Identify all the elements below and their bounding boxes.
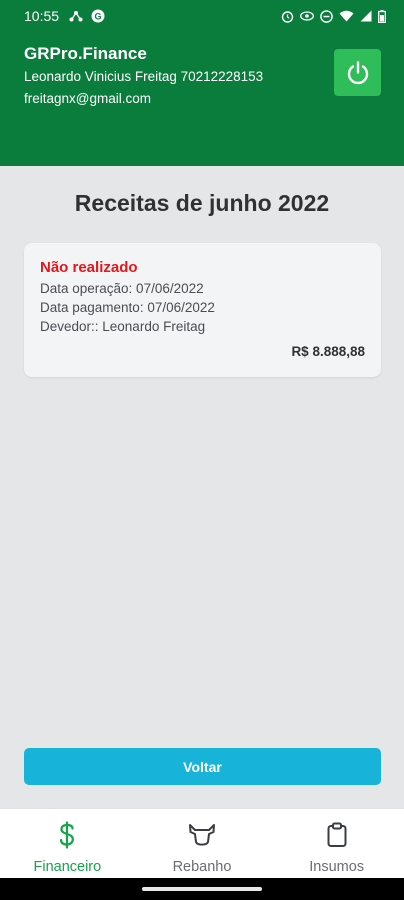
svg-text:G: G	[95, 12, 102, 22]
status-time: 10:55	[24, 8, 60, 24]
receipt-debtor: Devedor:: Leonardo Freitag	[40, 319, 206, 334]
power-icon	[347, 60, 368, 84]
do-not-disturb-icon	[320, 9, 333, 23]
nav-item-insumos[interactable]: Insumos	[269, 809, 404, 878]
logout-button[interactable]	[334, 49, 381, 96]
app-header: GRPro.Finance Leonardo Vinicius Freitag …	[0, 32, 404, 166]
app-title: GRPro.Finance	[24, 44, 147, 63]
signal-icon	[360, 10, 372, 22]
clipboard-icon	[326, 821, 348, 849]
system-gesture-bar	[0, 878, 404, 900]
user-info: Leonardo Vinicius Freitag 70212228153	[24, 69, 264, 84]
bottom-navigation: Financeiro Rebanho Insumos	[0, 808, 404, 878]
nav-label-financeiro: Financeiro	[33, 859, 102, 875]
nav-label-insumos: Insumos	[309, 859, 365, 875]
page-title: Receitas de junho 2022	[74, 190, 330, 216]
alarm-icon	[281, 10, 294, 23]
nav-label-rebanho: Rebanho	[172, 859, 232, 875]
app-notification-icon: G	[91, 9, 105, 23]
wifi-icon	[339, 10, 354, 22]
receipt-amount: R$ 8.888,88	[291, 344, 365, 359]
nav-item-rebanho[interactable]: Rebanho	[135, 809, 270, 878]
eye-icon	[300, 11, 314, 21]
status-bar: 10:55 G	[0, 0, 404, 32]
cow-icon	[188, 821, 216, 849]
receipt-card[interactable]: Não realizado Data operação: 07/06/2022 …	[24, 243, 381, 377]
home-gesture-handle[interactable]	[142, 887, 262, 891]
network-share-icon	[69, 11, 83, 22]
receipt-payment-date: Data pagamento: 07/06/2022	[40, 300, 215, 315]
back-button[interactable]: Voltar	[24, 748, 381, 785]
receipt-operation-date: Data operação: 07/06/2022	[40, 281, 204, 296]
battery-icon	[378, 9, 386, 23]
dollar-icon	[57, 821, 77, 849]
nav-item-financeiro[interactable]: Financeiro	[0, 809, 135, 878]
receipt-status: Não realizado	[40, 259, 138, 276]
user-email: freitagnx@gmail.com	[24, 91, 151, 106]
